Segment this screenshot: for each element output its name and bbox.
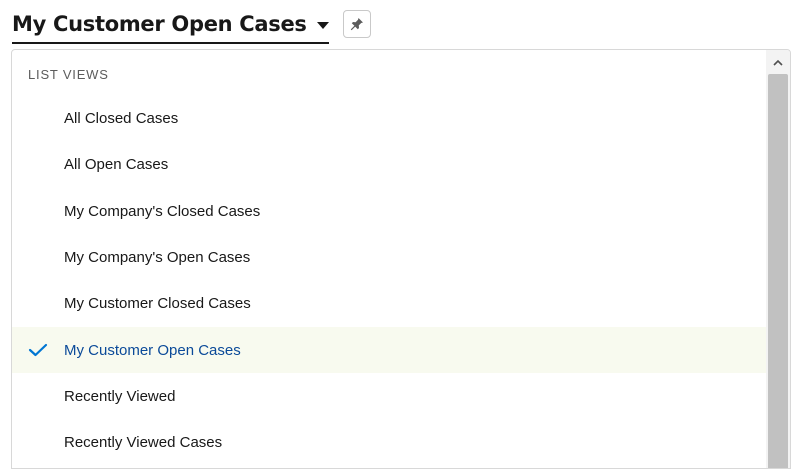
list-view-option-label: Recently Viewed Cases (64, 433, 223, 451)
list-view-option-label: My Company's Closed Cases (64, 202, 261, 220)
list-view-option-my-companys-closed-cases[interactable]: My Company's Closed Cases (12, 188, 768, 234)
pin-icon (350, 18, 363, 31)
list-view-option-all-closed-cases[interactable]: All Closed Cases (12, 95, 768, 141)
list-view-option-label: My Company's Open Cases (64, 248, 251, 266)
scrollbar-thumb[interactable] (768, 74, 788, 468)
list-view-option-my-companys-open-cases[interactable]: My Company's Open Cases (12, 234, 768, 280)
list-view-option-my-customer-open-cases[interactable]: My Customer Open Cases (12, 327, 768, 373)
checkmark-icon (28, 343, 48, 357)
scroll-up-button[interactable] (768, 52, 788, 72)
scrollbar[interactable] (766, 50, 790, 468)
list-view-option-label: My Customer Closed Cases (64, 294, 251, 312)
list-view-header: My Customer Open Cases (12, 8, 371, 44)
list-view-option-recently-viewed-cases[interactable]: Recently Viewed Cases (12, 419, 768, 465)
list-views-dropdown: LIST VIEWS All Closed Cases All Open Cas… (11, 49, 791, 469)
chevron-up-icon (773, 59, 783, 66)
chevron-down-icon[interactable] (316, 22, 329, 29)
list-view-option-label: All Closed Cases (64, 109, 179, 127)
list-view-option-label: Recently Viewed (64, 387, 176, 405)
list-view-option-recently-viewed[interactable]: Recently Viewed (12, 373, 768, 419)
list-view-option-all-open-cases[interactable]: All Open Cases (12, 141, 768, 187)
page-title[interactable]: My Customer Open Cases (12, 12, 307, 36)
list-views-section-label: LIST VIEWS (28, 67, 109, 82)
list-view-picker[interactable]: My Customer Open Cases (12, 9, 329, 44)
pin-button[interactable] (342, 10, 371, 38)
list-view-option-my-customer-closed-cases[interactable]: My Customer Closed Cases (12, 280, 768, 326)
list-view-option-label: My Customer Open Cases (64, 341, 241, 359)
list-view-option-label: All Open Cases (64, 155, 169, 173)
